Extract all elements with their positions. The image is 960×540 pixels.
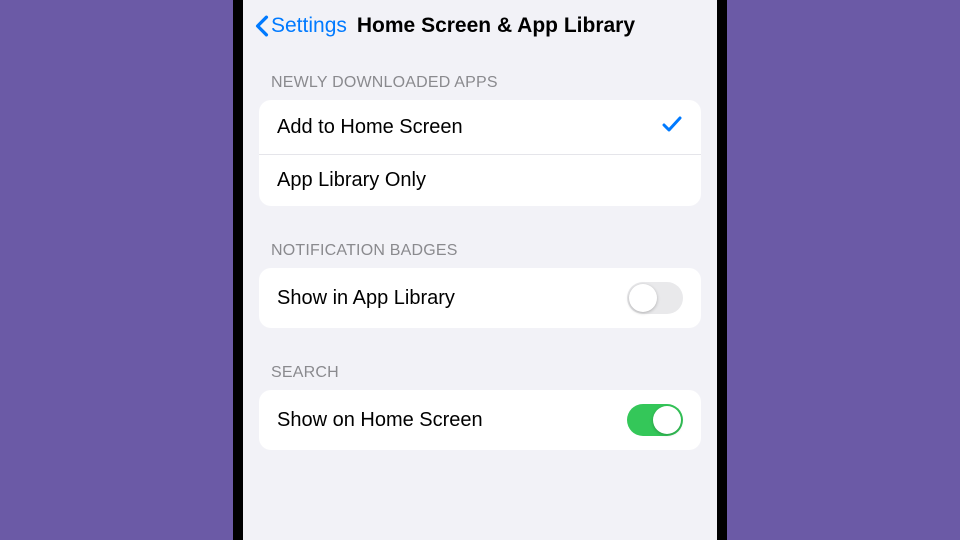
back-label: Settings [271,14,347,38]
section-header-badges: NOTIFICATION BADGES [243,220,717,268]
screen: Settings Home Screen & App Library NEWLY… [243,0,717,540]
option-add-to-home[interactable]: Add to Home Screen [259,100,701,154]
group-search: Show on Home Screen [259,390,701,450]
section-header-downloads: NEWLY DOWNLOADED APPS [243,52,717,100]
device-frame: Settings Home Screen & App Library NEWLY… [233,0,727,540]
toggle-show-in-app-library[interactable] [627,282,683,314]
group-badges: Show in App Library [259,268,701,328]
back-button[interactable]: Settings [255,14,347,38]
nav-bar: Settings Home Screen & App Library [243,0,717,52]
row-label: Show on Home Screen [277,409,483,432]
row-show-on-home-screen: Show on Home Screen [259,390,701,450]
toggle-show-on-home-screen[interactable] [627,404,683,436]
checkmark-icon [661,114,683,140]
group-downloads: Add to Home Screen App Library Only [259,100,701,206]
option-app-library-only[interactable]: App Library Only [259,154,701,206]
section-header-search: SEARCH [243,342,717,390]
page-title: Home Screen & App Library [357,14,635,38]
row-label: Show in App Library [277,287,455,310]
chevron-left-icon [255,15,269,37]
toggle-knob [629,284,657,312]
toggle-knob [653,406,681,434]
option-label: Add to Home Screen [277,116,463,139]
row-show-in-app-library: Show in App Library [259,268,701,328]
option-label: App Library Only [277,169,426,192]
